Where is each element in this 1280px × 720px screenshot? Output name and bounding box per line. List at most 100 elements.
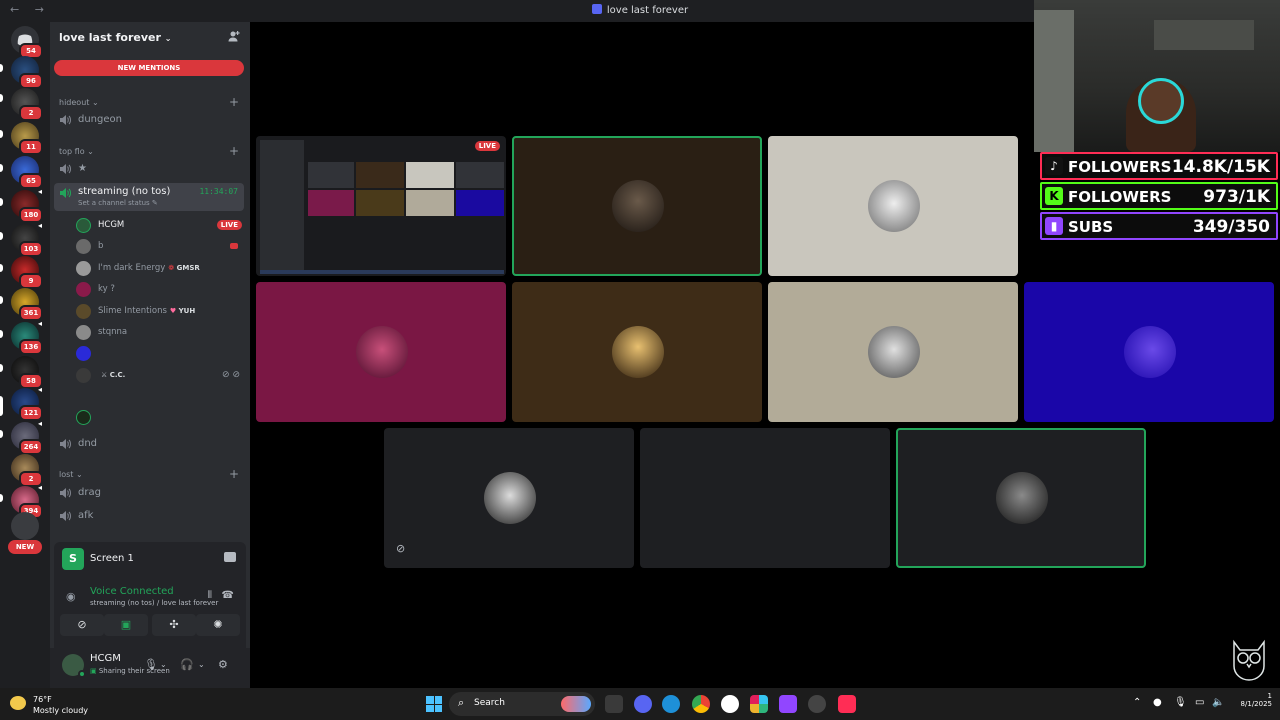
slack-icon[interactable] bbox=[750, 695, 768, 713]
server-badge: 103 bbox=[19, 241, 43, 257]
new-mentions-banner[interactable]: NEW MENTIONS bbox=[54, 60, 244, 76]
tray-app-icon[interactable]: ● bbox=[1153, 697, 1162, 708]
channel-star[interactable]: ★ bbox=[54, 159, 244, 179]
category-top-flo[interactable]: top flo ⌄ + bbox=[59, 144, 239, 158]
category-lost[interactable]: lost ⌄ + bbox=[59, 467, 239, 481]
channel-dungeon[interactable]: dungeon bbox=[54, 110, 244, 130]
chevron-down-icon[interactable]: ⌄ bbox=[198, 660, 205, 669]
voice-user[interactable] bbox=[76, 407, 246, 427]
task-view-icon[interactable] bbox=[605, 695, 623, 713]
screen-share-button[interactable]: ▣ bbox=[104, 614, 148, 636]
create-channel-icon[interactable]: + bbox=[229, 95, 239, 109]
voice-user[interactable]: I'm dark Energy ❁ GMSR bbox=[76, 258, 246, 278]
discord-taskbar-icon[interactable] bbox=[634, 695, 652, 713]
stop-stream-icon[interactable] bbox=[224, 552, 236, 562]
start-button[interactable] bbox=[426, 696, 442, 712]
voice-user[interactable]: ky ? bbox=[76, 279, 246, 299]
microphone-icon[interactable]: 🎙 bbox=[1174, 697, 1187, 708]
media-player-icon[interactable] bbox=[721, 695, 739, 713]
server-item[interactable]: ◂ 264 bbox=[11, 419, 43, 455]
server-item[interactable]: 361 bbox=[11, 288, 43, 321]
server-item[interactable]: 58 bbox=[11, 356, 43, 389]
server-item[interactable]: 2 bbox=[11, 454, 43, 487]
voice-user[interactable]: ⚔ C.C. ⊘ ⊘ bbox=[76, 365, 246, 385]
avatar[interactable] bbox=[62, 654, 86, 678]
tiktok-taskbar-icon[interactable] bbox=[838, 695, 856, 713]
participant-tile[interactable] bbox=[256, 282, 506, 422]
voice-user[interactable]: HCGM LIVE bbox=[76, 215, 246, 235]
participant-tile[interactable] bbox=[512, 282, 762, 422]
channel-status-hint: Set a channel status bbox=[78, 199, 150, 207]
server-item[interactable]: ◂ 121 bbox=[11, 385, 43, 421]
voice-user-name: b bbox=[98, 241, 104, 251]
unread-pill bbox=[0, 494, 3, 502]
stream-tile[interactable]: LIVE bbox=[256, 136, 506, 276]
create-channel-icon[interactable]: + bbox=[229, 467, 239, 481]
guild-name[interactable]: love last forever ⌄ bbox=[59, 31, 171, 44]
voice-user[interactable]: Slime Intentions ♥ YUH bbox=[76, 301, 246, 321]
camera-toggle-button[interactable]: ⊘ bbox=[60, 614, 104, 636]
chrome-icon[interactable] bbox=[692, 695, 710, 713]
channel-streaming-no-tos[interactable]: streaming (no tos) 11:34:07 Set a channe… bbox=[54, 183, 244, 211]
server-item[interactable]: 9 bbox=[11, 256, 43, 289]
participant-tile[interactable] bbox=[1024, 282, 1274, 422]
server-item[interactable]: ◂ 394 bbox=[11, 483, 43, 519]
voice-user[interactable] bbox=[76, 343, 246, 363]
chevron-up-icon[interactable]: ⌃ bbox=[1133, 697, 1141, 708]
voice-user[interactable]: b bbox=[76, 236, 246, 256]
volume-icon[interactable]: 🔈 bbox=[1212, 697, 1224, 708]
chevron-down-icon: ⌄ bbox=[91, 98, 99, 107]
voice-connected-label[interactable]: Voice Connected bbox=[90, 586, 174, 597]
participant-tile[interactable]: ⊘ bbox=[384, 428, 634, 568]
screen-share-icon: S bbox=[62, 548, 84, 570]
server-item[interactable]: 65 bbox=[11, 156, 43, 189]
speaker-icon: ◂ bbox=[37, 419, 42, 428]
server-item[interactable]: ◂ 103 bbox=[11, 221, 43, 257]
channel-afk[interactable]: afk bbox=[54, 506, 244, 526]
webcam-window bbox=[1034, 10, 1074, 152]
gear-icon[interactable]: ⚙ bbox=[218, 658, 228, 671]
disconnect-icon[interactable]: ☎ bbox=[222, 590, 234, 601]
signal-icon[interactable]: ◉ bbox=[66, 590, 76, 603]
server-item[interactable]: 96 bbox=[11, 56, 43, 89]
server-item[interactable]: 2 bbox=[11, 88, 43, 121]
noise-suppression-icon[interactable]: ⦀ bbox=[208, 590, 212, 601]
participant-tile[interactable] bbox=[512, 136, 762, 276]
new-unreads-pill[interactable]: NEW bbox=[8, 540, 42, 554]
headphones-icon[interactable]: 🎧 bbox=[180, 658, 194, 671]
guild-header[interactable]: love last forever ⌄ bbox=[50, 22, 250, 52]
speaker-icon bbox=[60, 188, 71, 198]
network-icon[interactable]: ▭ bbox=[1195, 697, 1204, 708]
participant-tile[interactable] bbox=[896, 428, 1146, 568]
voice-user[interactable]: stqnna bbox=[76, 322, 246, 342]
twitch-taskbar-icon[interactable] bbox=[779, 695, 797, 713]
server-item[interactable]: 11 bbox=[11, 122, 43, 155]
server-item[interactable]: ◂ 180 bbox=[11, 187, 43, 223]
category-hideout[interactable]: hideout ⌄ + bbox=[59, 95, 239, 109]
soundboard-button[interactable]: ✺ bbox=[196, 614, 240, 636]
avatar bbox=[1124, 326, 1176, 378]
channel-drag[interactable]: drag bbox=[54, 483, 244, 503]
soundboard-icon: ✺ bbox=[213, 618, 223, 631]
activities-button[interactable]: ✣ bbox=[152, 614, 196, 636]
server-item[interactable] bbox=[11, 512, 39, 540]
obs-icon[interactable] bbox=[808, 695, 826, 713]
participant-tile[interactable] bbox=[768, 136, 1018, 276]
chevron-down-icon[interactable]: ⌄ bbox=[160, 660, 167, 669]
create-channel-icon[interactable]: + bbox=[229, 144, 239, 158]
taskbar-search[interactable]: ⌕ Search bbox=[449, 692, 595, 716]
edge-icon[interactable] bbox=[662, 695, 680, 713]
set-channel-status[interactable]: Set a channel status ✎ bbox=[78, 199, 158, 207]
webcam-wall-sign bbox=[1154, 20, 1254, 50]
participant-tile[interactable] bbox=[768, 282, 1018, 422]
server-dm-home[interactable]: 54 bbox=[11, 26, 43, 59]
taskbar-clock[interactable]: 1 8/1/2025 bbox=[1232, 692, 1272, 708]
search-highlight-icon bbox=[561, 696, 591, 712]
voice-location[interactable]: streaming (no tos) / love last forever bbox=[90, 599, 218, 607]
channel-dnd[interactable]: dnd bbox=[54, 434, 244, 454]
server-item[interactable]: ◂ 136 bbox=[11, 319, 43, 355]
user-name[interactable]: HCGM bbox=[90, 653, 121, 664]
microphone-icon[interactable]: 🎙 bbox=[144, 658, 158, 671]
invite-people-icon[interactable] bbox=[228, 30, 240, 42]
participant-tile[interactable] bbox=[640, 428, 890, 568]
